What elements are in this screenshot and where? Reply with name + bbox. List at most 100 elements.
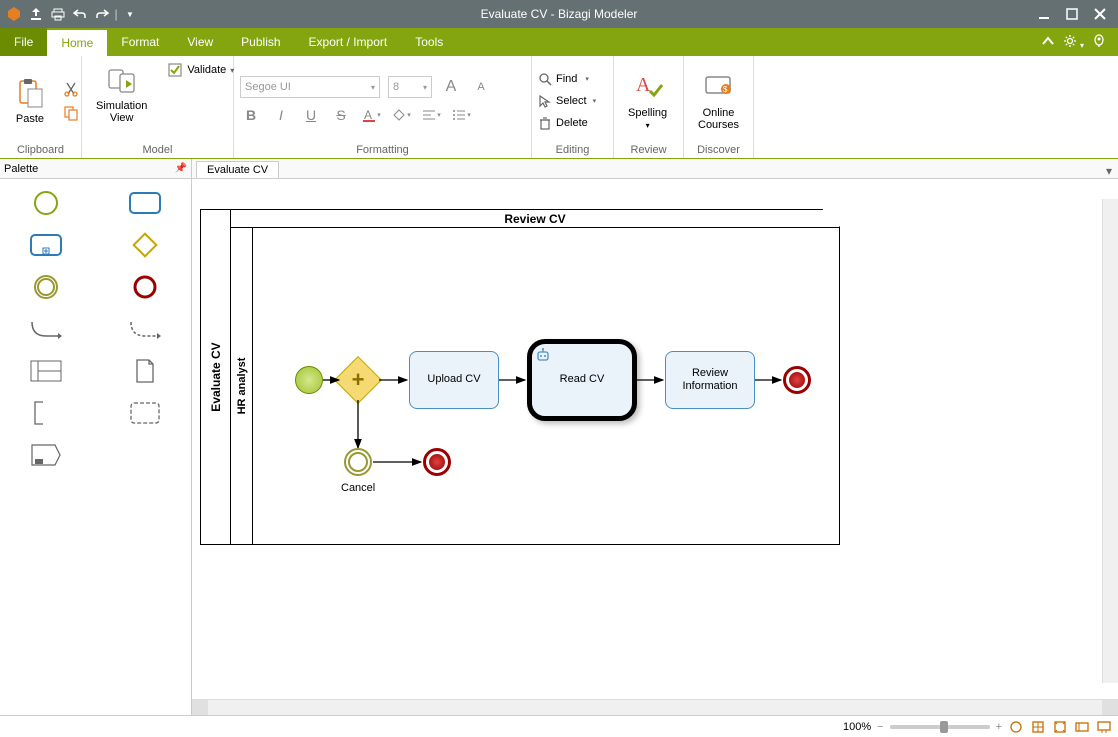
view-mode2-icon[interactable] xyxy=(1096,719,1112,735)
grow-font-icon[interactable]: A xyxy=(440,76,462,98)
tab-home[interactable]: Home xyxy=(47,28,107,56)
font-family-combo[interactable]: Segoe UI ▾ xyxy=(240,76,380,98)
align-icon[interactable]: ▾ xyxy=(420,104,442,126)
document-tabs: Evaluate CV ▾ xyxy=(192,159,1118,179)
fit-page-icon[interactable] xyxy=(1030,719,1046,735)
save-icon[interactable] xyxy=(26,4,46,24)
online-courses-button[interactable]: $ Online Courses xyxy=(690,67,747,135)
paste-label: Paste xyxy=(16,113,44,125)
bpmn-task-upload[interactable]: Upload CV xyxy=(409,351,499,409)
palette-sequence-flow[interactable] xyxy=(10,315,82,343)
simulation-view-button[interactable]: Simulation View xyxy=(88,60,155,128)
document-tab[interactable]: Evaluate CV xyxy=(196,161,279,178)
palette-header: Palette 📌 xyxy=(0,159,191,179)
task-upload-label: Upload CV xyxy=(427,373,480,386)
qat-dropdown-icon[interactable]: ▼ xyxy=(120,4,140,24)
pin-icon[interactable]: 📌 xyxy=(175,163,187,174)
undo-icon[interactable] xyxy=(70,4,90,24)
model-group-label: Model xyxy=(88,142,227,156)
app-icon[interactable] xyxy=(4,4,24,24)
file-tab[interactable]: File xyxy=(0,28,47,56)
palette-gateway[interactable] xyxy=(110,231,182,259)
palette-group[interactable] xyxy=(110,399,182,427)
lane-title-text: Review CV xyxy=(504,212,565,226)
help-icon[interactable] xyxy=(1092,34,1106,51)
bpmn-start-event[interactable] xyxy=(295,366,323,394)
palette-intermediate-event[interactable] xyxy=(10,273,82,301)
task-review-label: Review Information xyxy=(682,367,737,393)
bold-icon[interactable]: B xyxy=(240,104,262,126)
redo-icon[interactable] xyxy=(92,4,112,24)
palette-panel: Palette 📌 xyxy=(0,159,192,715)
tab-tools[interactable]: Tools xyxy=(401,28,457,56)
find-label: Find xyxy=(556,73,577,85)
bpmn-end-event[interactable] xyxy=(783,366,811,394)
bpmn-task-review[interactable]: Review Information xyxy=(665,351,755,409)
maximize-icon[interactable] xyxy=(1062,4,1082,24)
tab-format[interactable]: Format xyxy=(107,28,173,56)
menubar: File Home Format View Publish Export / I… xyxy=(0,28,1118,56)
discover-group-label: Discover xyxy=(690,142,747,156)
palette-start-event[interactable] xyxy=(10,189,82,217)
palette-milestone[interactable] xyxy=(10,441,82,469)
online-courses-label: Online Courses xyxy=(698,107,739,131)
find-button[interactable]: Find ▾ xyxy=(538,70,589,88)
scrollbar-horizontal[interactable] xyxy=(192,699,1118,715)
zoom-out-button[interactable]: − xyxy=(877,721,883,733)
font-size-combo[interactable]: 8 ▾ xyxy=(388,76,432,98)
palette-data-object[interactable] xyxy=(110,357,182,385)
zoom-slider[interactable] xyxy=(890,725,990,729)
ribbon-group-clipboard: Paste Clipboard xyxy=(0,56,82,158)
gateway-plus-icon: + xyxy=(341,363,375,397)
italic-icon[interactable]: I xyxy=(270,104,292,126)
palette-association[interactable] xyxy=(110,315,182,343)
palette-subprocess[interactable] xyxy=(10,231,82,259)
print-icon[interactable] xyxy=(48,4,68,24)
shrink-font-icon[interactable]: A xyxy=(470,76,492,98)
collapse-ribbon-icon[interactable] xyxy=(1041,34,1055,51)
bpmn-task-read[interactable]: Read CV xyxy=(527,339,637,421)
ribbon-group-discover: $ Online Courses Discover xyxy=(684,56,754,158)
bpmn-intermediate-event[interactable] xyxy=(344,448,372,476)
canvas[interactable]: Evaluate CV Review CV HR analyst + xyxy=(192,179,1118,699)
cut-icon[interactable] xyxy=(62,80,80,98)
delete-button[interactable]: Delete xyxy=(538,114,588,132)
validate-button[interactable]: Validate ▾ xyxy=(163,60,238,80)
palette-pool[interactable] xyxy=(10,357,82,385)
list-icon[interactable]: ▾ xyxy=(450,104,472,126)
paste-button[interactable]: Paste xyxy=(6,73,54,129)
fill-color-icon[interactable]: ▾ xyxy=(390,104,412,126)
strike-icon[interactable]: S xyxy=(330,104,352,126)
document-tab-menu-icon[interactable]: ▾ xyxy=(1100,164,1118,178)
fullscreen-icon[interactable] xyxy=(1052,719,1068,735)
copy-icon[interactable] xyxy=(62,104,80,122)
scrollbar-vertical[interactable] xyxy=(1102,199,1118,683)
view-mode1-icon[interactable] xyxy=(1074,719,1090,735)
ribbon-group-editing: Find ▾ Select ▾ Delete Editing xyxy=(532,56,614,158)
select-button[interactable]: Select ▾ xyxy=(538,92,596,110)
svg-text:A: A xyxy=(636,74,651,96)
spelling-button[interactable]: A Spelling▾ xyxy=(620,67,675,135)
tab-export-import[interactable]: Export / Import xyxy=(295,28,402,56)
font-size-value: 8 xyxy=(393,81,399,93)
font-color-icon[interactable]: A▾ xyxy=(360,104,382,126)
palette-annotation[interactable] xyxy=(10,399,82,427)
zoom-percent: 100% xyxy=(843,721,871,733)
bpmn-end-event-cancel[interactable] xyxy=(423,448,451,476)
tab-view[interactable]: View xyxy=(173,28,227,56)
pool-header[interactable]: Evaluate CV xyxy=(201,210,231,544)
palette-end-event[interactable] xyxy=(110,273,182,301)
bpmn-pool[interactable]: Evaluate CV Review CV HR analyst + xyxy=(200,209,840,545)
fit-width-icon[interactable] xyxy=(1008,719,1024,735)
underline-icon[interactable]: U xyxy=(300,104,322,126)
window-title: Evaluate CV - Bizagi Modeler xyxy=(481,7,638,21)
tab-publish[interactable]: Publish xyxy=(227,28,294,56)
settings-icon[interactable]: ▾ xyxy=(1063,34,1084,51)
formatting-group-label: Formatting xyxy=(240,142,525,156)
zoom-in-button[interactable]: + xyxy=(996,721,1002,733)
close-icon[interactable] xyxy=(1090,4,1110,24)
lane-title-bar[interactable]: Review CV xyxy=(231,210,839,228)
minimize-icon[interactable] xyxy=(1034,4,1054,24)
lane-header[interactable]: HR analyst xyxy=(231,228,253,544)
palette-task[interactable] xyxy=(110,189,182,217)
